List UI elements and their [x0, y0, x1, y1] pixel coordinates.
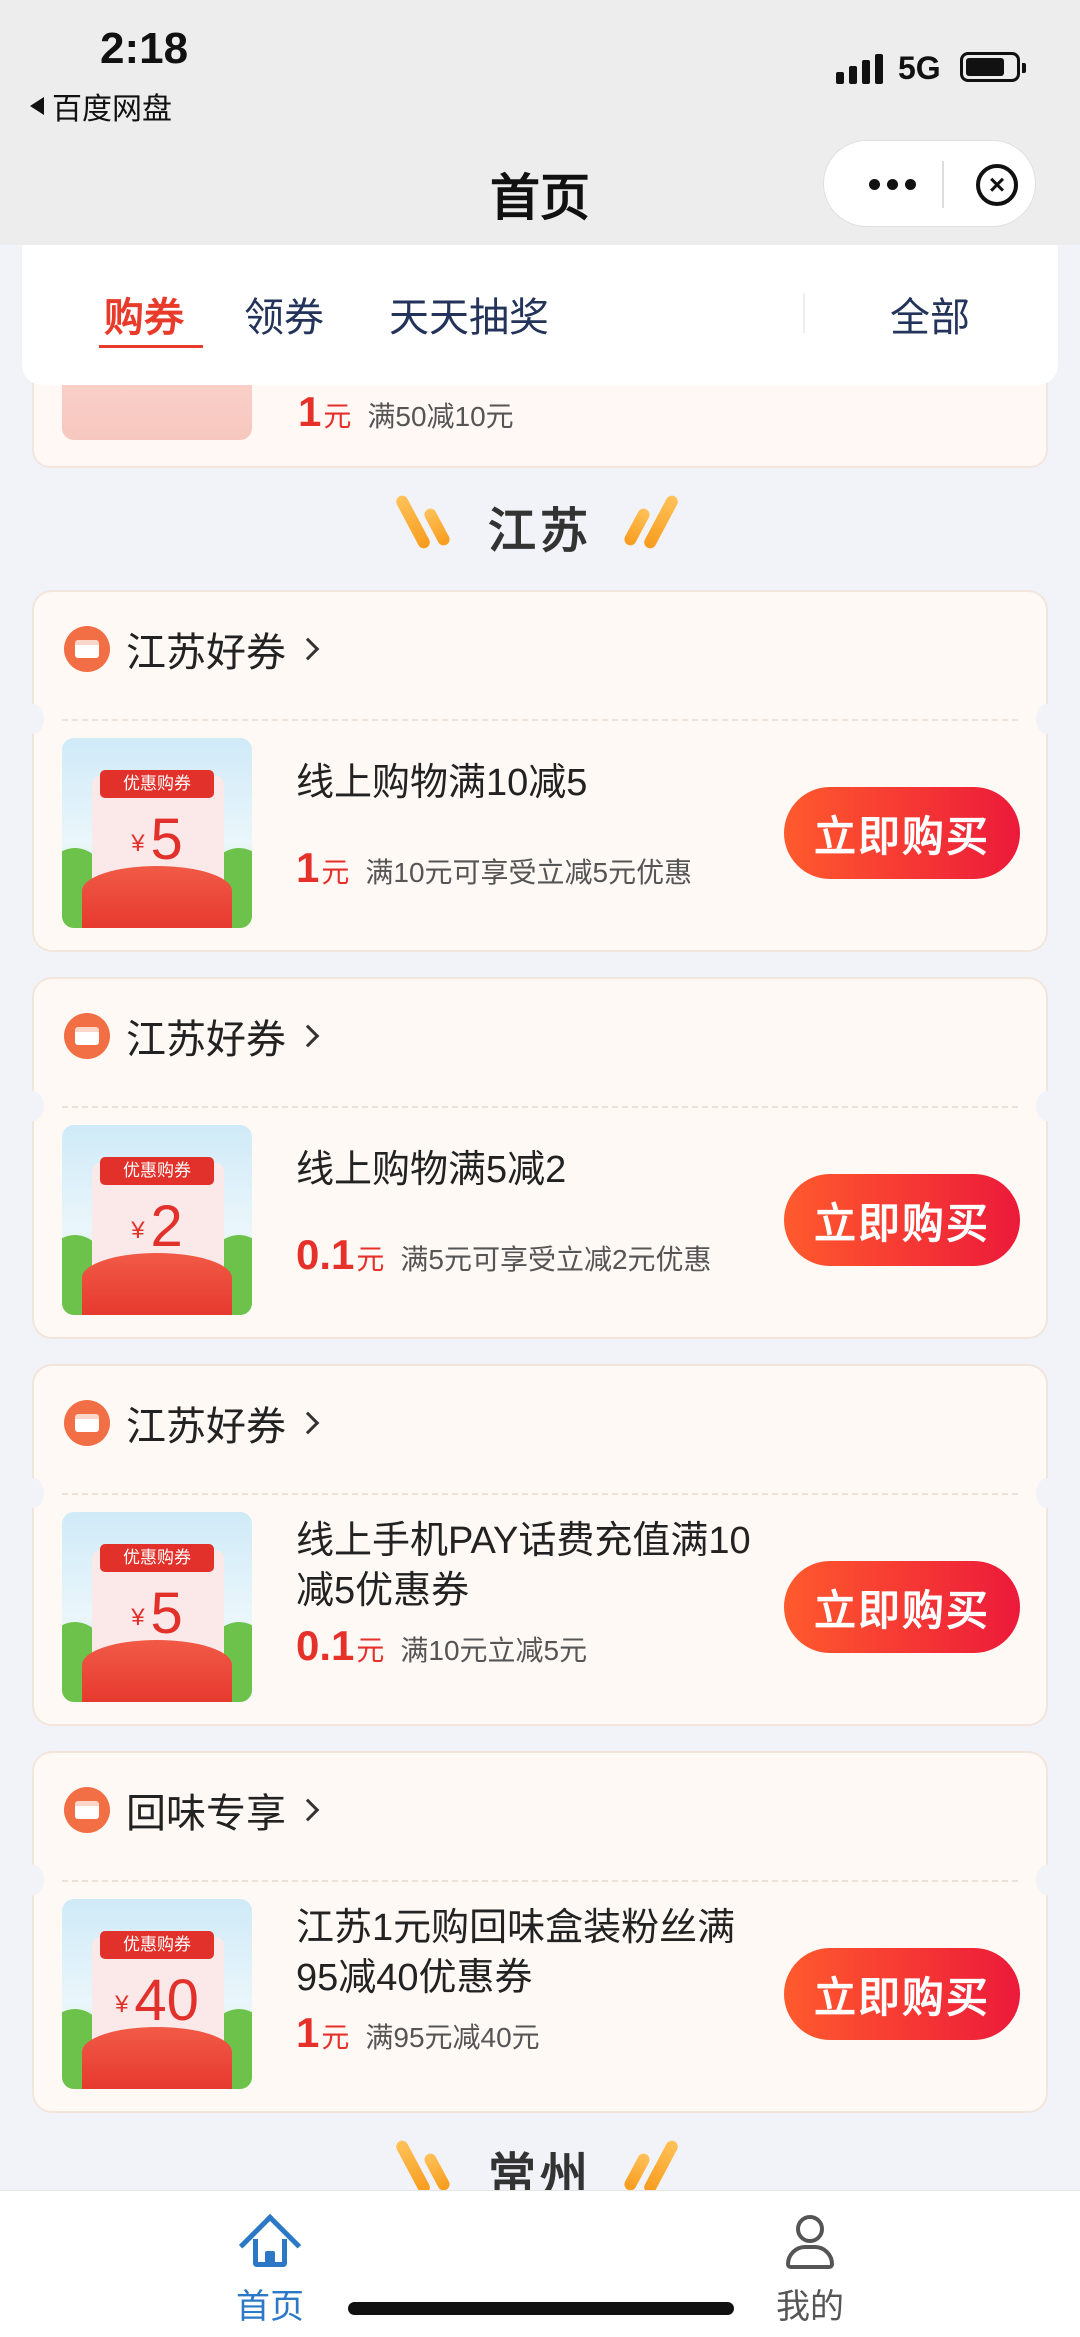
coupon-thumbnail: 优惠购券 ¥40 — [62, 1899, 252, 2089]
coupon-badge: 优惠购券 — [100, 1157, 214, 1185]
shop-link[interactable]: 回味专享 — [64, 1781, 320, 1839]
status-bar: 2:18 百度网盘 5G — [0, 0, 1080, 130]
coupon-desc: 满50减10元 — [367, 401, 514, 432]
shop-icon — [64, 1400, 110, 1446]
coupon-badge: 优惠购券 — [100, 770, 214, 798]
more-icon[interactable] — [854, 141, 930, 228]
nav-item-home[interactable]: 首页 — [190, 2213, 350, 2328]
tab-buy-coupon[interactable]: 购券 — [104, 285, 184, 343]
shop-icon — [64, 1013, 110, 1059]
coupon-desc: 满10元立减5元 — [400, 1635, 588, 1666]
category-tabs: 购券 领券 天天抽奖 全部 — [22, 245, 1058, 385]
coupon-title: 线上购物满10减5 — [296, 762, 588, 804]
shop-name: 江苏好券 — [126, 1405, 286, 1449]
miniprogram-capsule: × — [823, 140, 1036, 227]
clock: 2:18 — [100, 24, 189, 73]
coupon-desc: 满95元减40元 — [365, 2022, 540, 2053]
back-arrow-icon — [30, 97, 44, 115]
capsule-divider — [942, 161, 944, 208]
coupon-thumbnail: 优惠购券 ¥5 — [62, 738, 252, 928]
coupon-thumbnail: 优惠购券 ¥5 — [62, 1512, 252, 1702]
coupon-card[interactable]: 江苏好券 优惠购券 ¥5 线上手机PAY话费充值满10减5优惠券 0.1元 满1… — [22, 1364, 1058, 1726]
price-row: 0.1元 满10元立减5元 — [296, 1622, 587, 1670]
coupon-amount: ¥40 — [115, 1968, 199, 2033]
nav-item-mine[interactable]: 我的 — [730, 2213, 890, 2328]
coupon-title: 线上手机PAY话费充值满10减5优惠券 — [296, 1520, 751, 1612]
deco-strokes-right — [615, 493, 685, 551]
dashed-divider — [62, 1493, 1018, 1495]
shop-name: 江苏好券 — [126, 631, 286, 675]
deco-strokes-right — [615, 2138, 685, 2196]
price: 0.1元 — [296, 1231, 385, 1278]
tab-all[interactable]: 全部 — [890, 285, 970, 343]
coupon-badge: 优惠购券 — [100, 1931, 214, 1959]
coupon-amount: ¥5 — [131, 1581, 183, 1646]
price: 1元 — [298, 388, 352, 435]
back-to-app-link[interactable]: 百度网盘 — [30, 84, 172, 128]
title-bar: 首页 × — [0, 130, 1080, 245]
close-icon[interactable]: × — [976, 164, 1018, 206]
buy-button[interactable]: 立即购买 — [784, 1174, 1020, 1266]
dashed-divider — [62, 1106, 1018, 1108]
coupon-amount: ¥2 — [131, 1194, 183, 1259]
shop-icon — [64, 626, 110, 672]
shop-link[interactable]: 江苏好券 — [64, 1394, 320, 1452]
coupon-desc: 满5元可享受立减2元优惠 — [400, 1244, 712, 1275]
shop-name: 江苏好券 — [126, 1018, 286, 1062]
buy-button[interactable]: 立即购买 — [784, 1948, 1020, 2040]
chevron-right-icon — [296, 1411, 320, 1435]
buy-button[interactable]: 立即购买 — [784, 787, 1020, 879]
coupon-card[interactable]: 江苏好券 优惠购券 ¥5 线上购物满10减5 1元 满10元可享受立减5元优惠 … — [22, 590, 1058, 952]
price-row: 0.1元 满5元可享受立减2元优惠 — [296, 1231, 712, 1279]
network-type: 5G — [898, 50, 941, 86]
tab-divider — [803, 293, 805, 333]
buy-button[interactable]: 立即购买 — [784, 1561, 1020, 1653]
chevron-right-icon — [296, 1798, 320, 1822]
tab-get-coupon[interactable]: 领券 — [244, 285, 324, 343]
chevron-right-icon — [296, 637, 320, 661]
shop-link[interactable]: 江苏好券 — [64, 620, 320, 678]
price: 0.1元 — [296, 1622, 385, 1669]
section-header-jiangsu: 江苏 — [0, 485, 1080, 558]
home-indicator — [348, 2302, 734, 2315]
coupon-card[interactable]: 江苏好券 优惠购券 ¥2 线上购物满5减2 0.1元 满5元可享受立减2元优惠 … — [22, 977, 1058, 1339]
nav-label: 首页 — [236, 2288, 304, 2326]
shop-link[interactable]: 江苏好券 — [64, 1007, 320, 1065]
tab-daily-lottery[interactable]: 天天抽奖 — [389, 285, 549, 343]
signal-icon — [836, 54, 883, 84]
shop-name: 回味专享 — [126, 1792, 286, 1836]
dashed-divider — [62, 1880, 1018, 1882]
chevron-right-icon — [296, 1024, 320, 1048]
coupon-card[interactable]: 回味专享 优惠购券 ¥40 江苏1元购回味盒装粉丝满95减40优惠券 1元 满9… — [22, 1751, 1058, 2113]
coupon-title: 江苏1元购回味盒装粉丝满95减40优惠券 — [296, 1907, 736, 1999]
coupon-desc: 满10元可享受立减5元优惠 — [365, 857, 693, 888]
nav-label: 我的 — [776, 2288, 844, 2326]
coupon-thumbnail: 优惠购券 ¥2 — [62, 1125, 252, 1315]
price: 1元 — [296, 844, 350, 891]
dashed-divider — [62, 719, 1018, 721]
battery-icon — [960, 52, 1026, 82]
coupon-amount: ¥5 — [131, 807, 183, 872]
active-tab-indicator — [99, 345, 203, 348]
coupon-title: 线上购物满5减2 — [296, 1149, 567, 1191]
price-row: 1元 满50减10元 — [298, 388, 514, 436]
user-icon — [782, 2213, 838, 2269]
price-row: 1元 满95元减40元 — [296, 2009, 540, 2057]
coupon-badge: 优惠购券 — [100, 1544, 214, 1572]
section-title: 江苏 — [487, 505, 592, 558]
price: 1元 — [296, 2009, 350, 2056]
price-row: 1元 满10元可享受立减5元优惠 — [296, 844, 692, 892]
home-icon — [238, 2213, 302, 2277]
back-app-label: 百度网盘 — [52, 93, 172, 126]
shop-icon — [64, 1787, 110, 1833]
